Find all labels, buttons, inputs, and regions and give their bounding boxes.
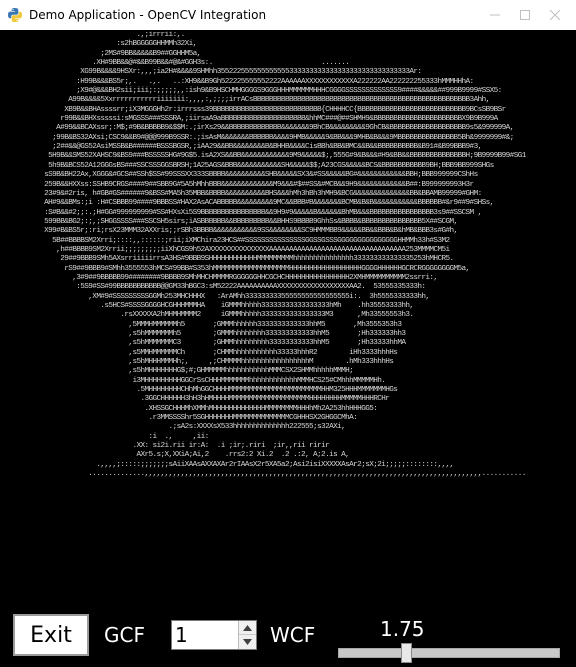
wcf-slider-track[interactable]	[338, 648, 560, 658]
wcf-slider[interactable]	[338, 643, 560, 663]
ascii-art-text: .,;irrrii:,. :s2hBGGGGGHHMMh32Xi, ;2MS#9…	[44, 31, 526, 479]
application-window: Demo Application - OpenCV Integration .,…	[0, 0, 576, 667]
gcf-spin-arrows	[238, 621, 256, 649]
wcf-slider-thumb[interactable]	[400, 643, 412, 663]
spin-up-icon	[243, 624, 252, 631]
wcf-label: WCF	[270, 623, 316, 647]
minimize-icon	[490, 14, 500, 16]
close-icon	[550, 10, 560, 20]
window-title: Demo Application - OpenCV Integration	[29, 8, 267, 22]
title-bar[interactable]: Demo Application - OpenCV Integration	[0, 0, 576, 30]
minimize-button[interactable]	[480, 0, 510, 30]
maximize-icon	[520, 10, 530, 20]
window-controls	[480, 0, 570, 30]
gcf-label: GCF	[104, 623, 145, 647]
gcf-decrement-button[interactable]	[239, 635, 256, 649]
wcf-value-readout: 1.75	[380, 617, 425, 641]
gcf-increment-button[interactable]	[239, 621, 256, 635]
python-icon	[7, 7, 23, 23]
gcf-input[interactable]	[172, 621, 240, 649]
gcf-spinbox[interactable]	[171, 620, 257, 650]
maximize-button[interactable]	[510, 0, 540, 30]
ascii-art-canvas: .,;irrrii:,. :s2hBGGGGGHHMMh32Xi, ;2MS#9…	[0, 31, 576, 609]
exit-button[interactable]: Exit	[13, 614, 89, 656]
spin-down-icon	[243, 639, 252, 645]
close-button[interactable]	[540, 0, 570, 30]
